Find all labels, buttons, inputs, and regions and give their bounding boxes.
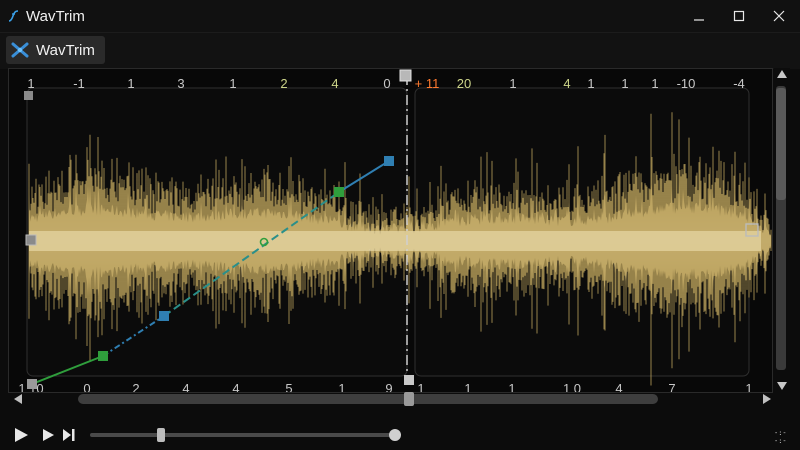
toolbar: WavTrim	[0, 33, 800, 69]
envelope-point[interactable]	[384, 156, 394, 166]
position-slider-track[interactable]	[90, 433, 400, 437]
envelope-point[interactable]	[98, 351, 108, 361]
playhead-top-handle[interactable]	[399, 69, 412, 82]
ruler-tick-label: 2	[280, 76, 287, 91]
ruler-tick-label: 4	[563, 76, 570, 91]
waveform-editor[interactable]: 1-1131240+ 112014111-10-4 1 100244519111…	[8, 68, 773, 393]
ruler-tick-label: 3	[177, 76, 184, 91]
playhead-bottom-handle[interactable]	[404, 375, 414, 385]
ruler-tick-label: -1	[73, 76, 85, 91]
maximize-icon	[733, 10, 745, 22]
ruler-tick-label: 7	[668, 381, 675, 392]
scroll-up-arrow-icon[interactable]	[777, 70, 787, 78]
ruler-tick-label: 1	[229, 76, 236, 91]
ruler-tick-label: 1	[338, 381, 345, 392]
wavtrim-logo-icon	[11, 42, 29, 58]
volume-slider-thumb[interactable]	[389, 429, 401, 441]
skip-to-end-icon	[63, 429, 75, 441]
bottom-ruler: 1 1002445191111 0471	[18, 381, 752, 392]
title-bar: WavTrim	[0, 0, 800, 33]
ruler-tick-label: 4	[182, 381, 189, 392]
ruler-tick-label: 0	[83, 381, 90, 392]
ruler-tick-label: 1	[745, 381, 752, 392]
scroll-right-arrow-icon[interactable]	[763, 394, 771, 404]
ruler-tick-label: 5	[285, 381, 292, 392]
position-slider-thumb[interactable]	[157, 428, 165, 442]
play-next-button[interactable]	[40, 426, 58, 444]
play-icon	[15, 428, 28, 442]
svg-text:-:-: -:-	[774, 437, 787, 444]
close-button[interactable]	[756, 0, 800, 32]
ruler-tick-label: 4	[232, 381, 239, 392]
ruler-tick-label: 1	[417, 381, 424, 392]
horizontal-scroll-track[interactable]	[78, 394, 658, 404]
top-left-handle[interactable]	[24, 91, 33, 100]
horizontal-scrollbar[interactable]	[8, 392, 783, 406]
ruler-tick-label: 20	[457, 76, 471, 91]
ruler-tick-label: 0	[383, 76, 390, 91]
app-icon	[8, 10, 19, 22]
envelope-point[interactable]	[334, 187, 344, 197]
bottom-left-handle[interactable]	[27, 379, 37, 389]
ruler-tick-label: -10	[677, 76, 696, 91]
app-tab-label: WavTrim	[36, 41, 95, 59]
waveform-core	[29, 231, 761, 251]
skip-to-end-button[interactable]	[60, 426, 78, 444]
ruler-tick-label: 2	[132, 381, 139, 392]
ruler-tick-label: 1	[621, 76, 628, 91]
waveform-canvas[interactable]: 1-1131240+ 112014111-10-4 1 100244519111…	[9, 69, 772, 392]
svg-text:-:-: -:-	[774, 429, 787, 437]
window-title: WavTrim	[26, 8, 85, 25]
transport-bar: -:- -:-	[0, 418, 800, 450]
vertical-scroll-thumb[interactable]	[776, 88, 786, 200]
scroll-down-arrow-icon[interactable]	[777, 382, 787, 390]
vertical-scrollbar[interactable]	[774, 68, 790, 393]
play-button[interactable]	[12, 426, 30, 444]
horizontal-scroll-thumb[interactable]	[404, 392, 414, 406]
ruler-tick-label: 4	[615, 381, 622, 392]
ruler-tick-label: 1	[587, 76, 594, 91]
scroll-left-arrow-icon[interactable]	[14, 394, 22, 404]
time-format-icon[interactable]: -:- -:-	[772, 428, 794, 444]
ruler-tick-label: -4	[733, 76, 745, 91]
close-icon	[773, 10, 785, 22]
envelope-point[interactable]	[159, 311, 169, 321]
ruler-tick-label: 4	[331, 76, 338, 91]
ruler-tick-label: + 11	[415, 76, 440, 91]
ruler-tick-label: 1 0	[563, 381, 581, 392]
app-tab[interactable]: WavTrim	[6, 36, 105, 64]
left-edge-handle[interactable]	[25, 234, 37, 246]
minimize-icon	[694, 19, 704, 21]
play-next-icon	[43, 429, 54, 441]
ruler-tick-label: 1	[509, 76, 516, 91]
ruler-tick-label: 1	[27, 76, 34, 91]
ruler-tick-label: 1	[127, 76, 134, 91]
ruler-tick-label: 1	[464, 381, 471, 392]
ruler-tick-label: 1	[508, 381, 515, 392]
ruler-tick-label: 1	[651, 76, 658, 91]
ruler-tick-label: 9	[385, 381, 392, 392]
